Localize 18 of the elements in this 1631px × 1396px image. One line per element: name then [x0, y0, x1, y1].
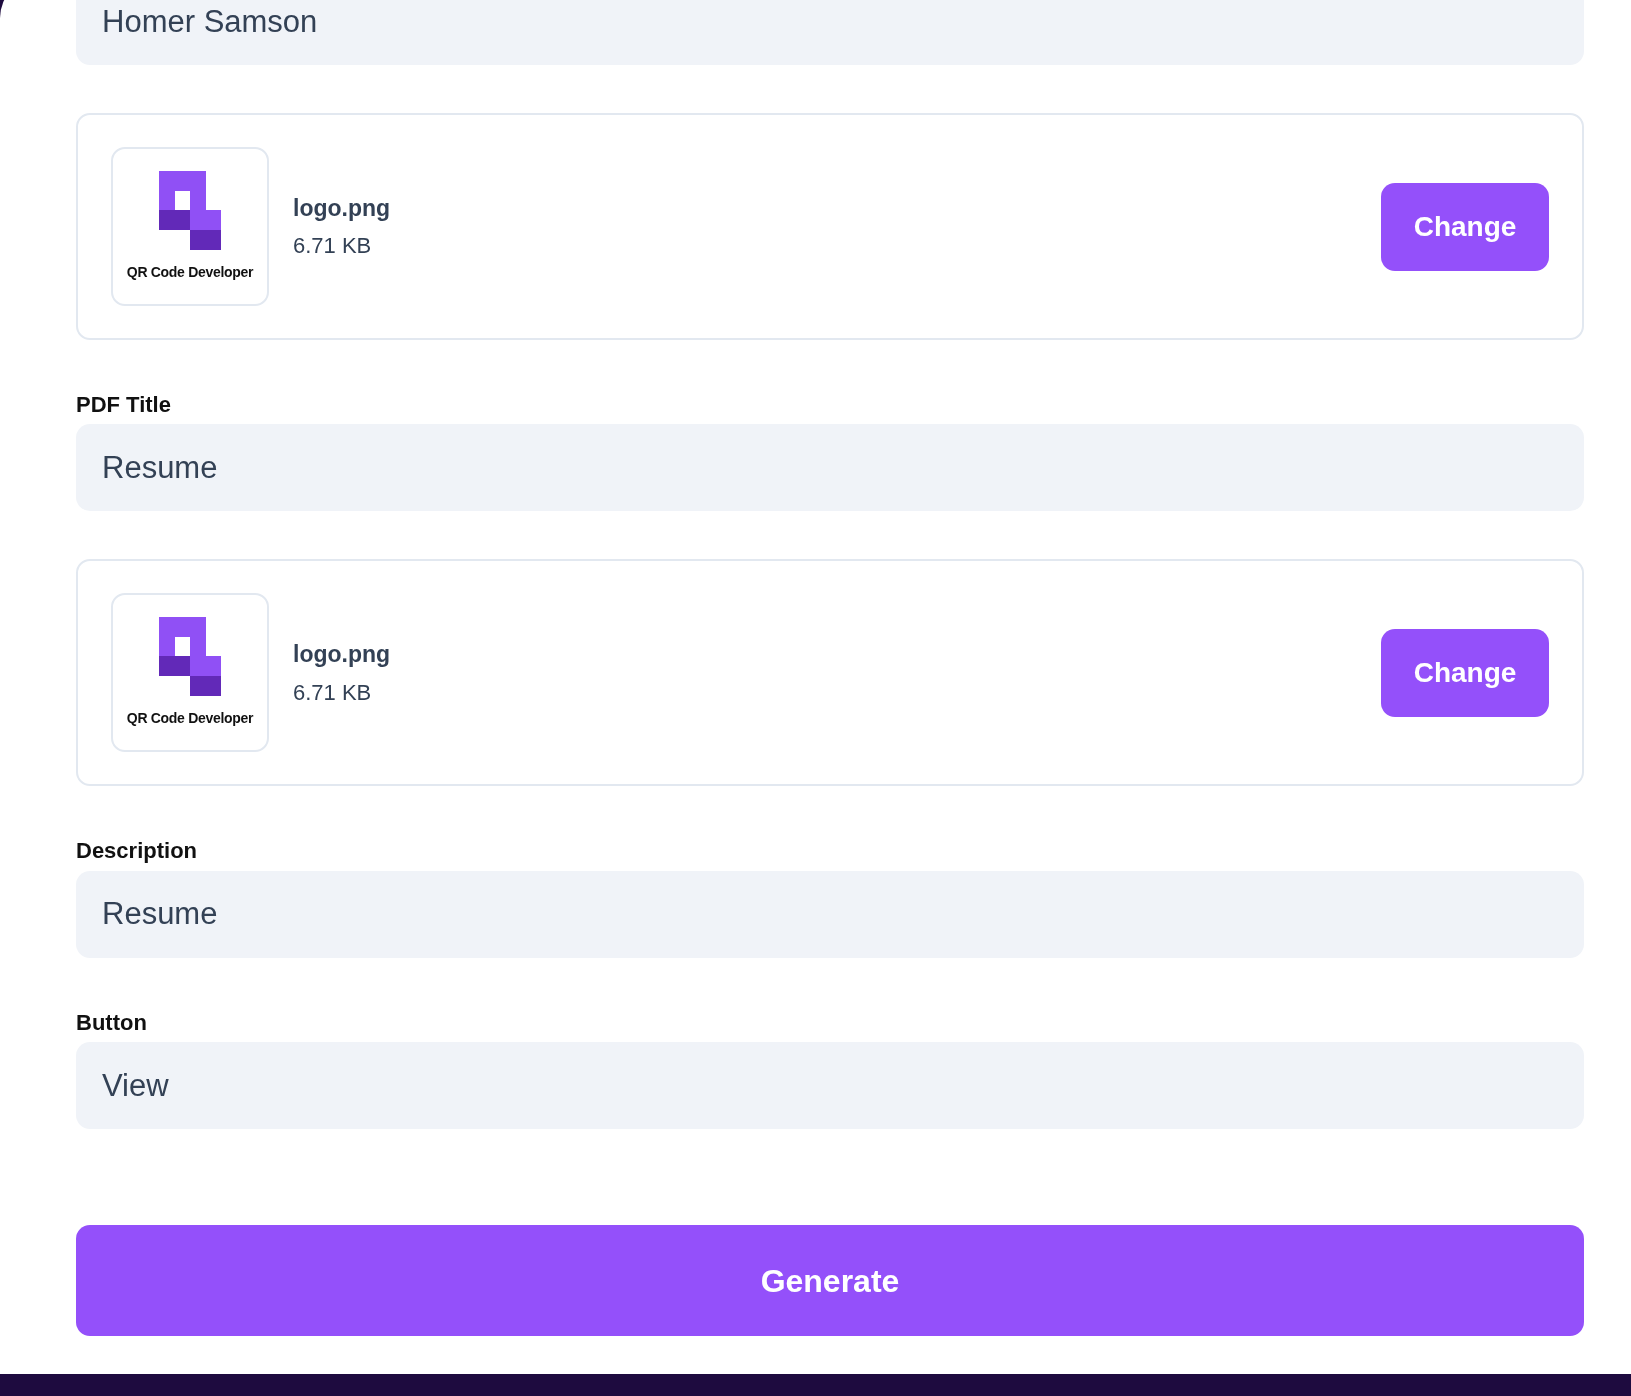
text-field[interactable]: Resume	[76, 424, 1584, 512]
text-field[interactable]: Homer Samson	[76, 0, 1584, 65]
text-field[interactable]: View	[76, 1042, 1584, 1130]
change-button[interactable]: Change	[1381, 628, 1549, 717]
text-field[interactable]: Resume	[76, 870, 1584, 958]
field-label: Description	[76, 838, 198, 865]
change-button[interactable]: Change	[1381, 182, 1549, 271]
field-label: Button	[76, 1009, 147, 1037]
file-name: logo.png	[293, 640, 392, 670]
generate-button[interactable]: Generate	[76, 1225, 1584, 1337]
logo-caption: QR Code Developer	[126, 708, 254, 728]
file-size: 6.71 KB	[293, 232, 373, 261]
logo-caption: QR Code Developer	[126, 262, 254, 282]
field-label: PDF Title	[76, 392, 171, 419]
file-size: 6.71 KB	[293, 678, 373, 707]
logo-icon	[159, 616, 221, 696]
logo-icon	[159, 170, 221, 250]
file-name: logo.png	[293, 193, 392, 223]
